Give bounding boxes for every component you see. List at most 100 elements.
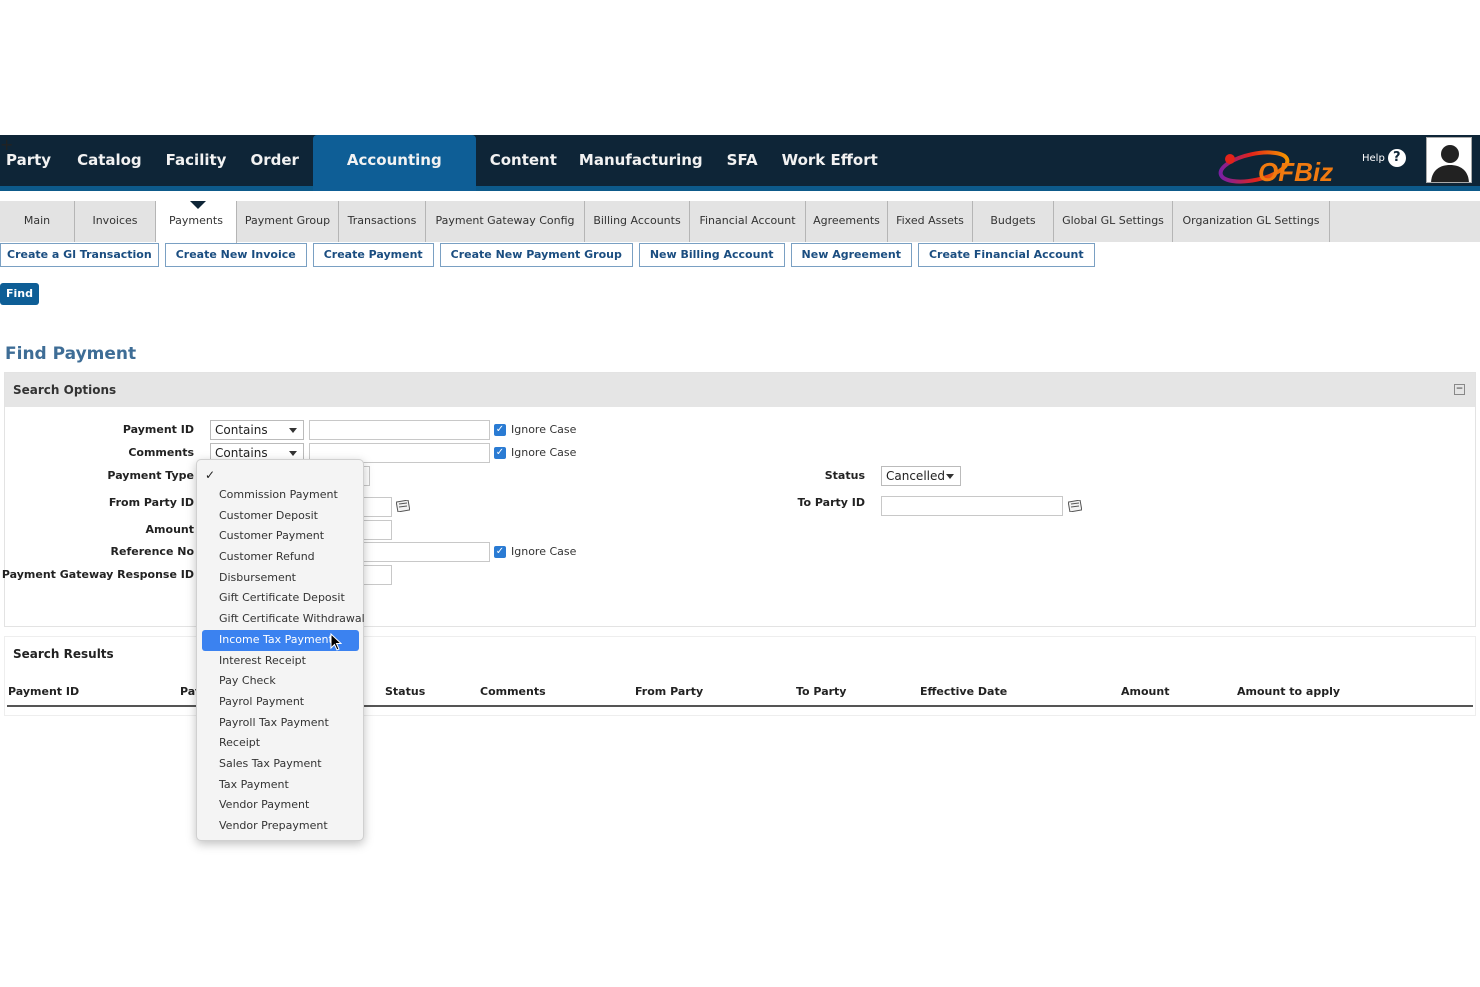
tab-main[interactable]: Main — [0, 201, 75, 242]
reference-no-ignore-case[interactable]: ✓ Ignore Case — [494, 545, 576, 558]
option-pay-check[interactable]: Pay Check — [202, 671, 359, 692]
tab-global-gl-settings[interactable]: Global GL Settings — [1054, 201, 1173, 242]
option-payroll-tax-payment[interactable]: Payroll Tax Payment — [202, 713, 359, 734]
create-new-invoice-button[interactable]: Create New Invoice — [164, 243, 307, 267]
option-receipt[interactable]: Receipt — [202, 733, 359, 754]
tab-agreements[interactable]: Agreements — [806, 201, 888, 242]
create-payment-button[interactable]: Create Payment — [312, 243, 434, 267]
from-party-id-label: From Party ID — [108, 496, 194, 509]
collapse-icon[interactable]: − — [1454, 384, 1465, 395]
option-interest-receipt[interactable]: Interest Receipt — [202, 651, 359, 672]
col-amount-to-apply[interactable]: Amount to apply — [1237, 685, 1340, 698]
create-gl-transaction-button[interactable]: Create a Gl Transaction — [0, 243, 159, 267]
top-navigation-bar: Party Catalog Facility Order Accounting … — [0, 135, 1480, 191]
to-party-id-input[interactable] — [881, 496, 1063, 516]
payment-id-input[interactable] — [309, 420, 490, 440]
comments-operator-value: Contains — [215, 446, 268, 460]
to-party-lookup-icon[interactable] — [1068, 500, 1082, 512]
option-sales-tax-payment[interactable]: Sales Tax Payment — [202, 754, 359, 775]
ignore-case-label: Ignore Case — [511, 423, 577, 436]
checkmark-icon: ✓ — [205, 468, 216, 482]
tab-invoices[interactable]: Invoices — [75, 201, 156, 242]
ofbiz-logo[interactable]: OFBiz — [1216, 141, 1340, 187]
nav-item-facility[interactable]: Facility — [166, 135, 227, 191]
option-customer-refund[interactable]: Customer Refund — [202, 547, 359, 568]
ofbiz-logo-text: OFBiz — [1258, 157, 1333, 187]
gateway-response-id-label: Payment Gateway Response ID — [1, 568, 194, 581]
col-amount[interactable]: Amount — [1121, 685, 1169, 698]
new-agreement-button[interactable]: New Agreement — [790, 243, 912, 267]
search-results-title: Search Results — [13, 647, 114, 661]
status-value: Cancelled — [886, 469, 945, 483]
payment-id-operator-value: Contains — [215, 423, 268, 437]
payment-id-ignore-case[interactable]: ✓ Ignore Case — [494, 423, 576, 436]
col-to-party[interactable]: To Party — [796, 685, 846, 698]
ignore-case-label: Ignore Case — [511, 545, 577, 558]
payment-type-label: Payment Type — [107, 469, 194, 482]
help-button[interactable]: Help ? — [1362, 149, 1406, 167]
mouse-pointer-icon — [330, 633, 342, 651]
nav-item-catalog[interactable]: Catalog — [77, 135, 142, 191]
col-from-party[interactable]: From Party — [635, 685, 703, 698]
checkbox-checked-icon[interactable]: ✓ — [494, 446, 506, 459]
create-new-payment-group-button[interactable]: Create New Payment Group — [439, 243, 633, 267]
to-party-id-label: To Party ID — [797, 496, 865, 509]
status-select[interactable]: Cancelled — [881, 466, 961, 486]
option-vendor-payment[interactable]: Vendor Payment — [202, 795, 359, 816]
create-financial-account-button[interactable]: Create Financial Account — [917, 243, 1095, 267]
find-button[interactable]: Find — [0, 283, 39, 305]
col-comments[interactable]: Comments — [480, 685, 546, 698]
payment-id-operator-select[interactable]: Contains — [210, 420, 304, 440]
amount-label: Amount — [145, 523, 194, 536]
accounting-subtabs: Main Invoices Payments Payment Group Tra… — [0, 201, 1480, 243]
reference-no-input[interactable] — [350, 542, 490, 562]
tab-transactions[interactable]: Transactions — [339, 201, 426, 242]
nav-item-work-effort[interactable]: Work Effort — [782, 135, 878, 191]
ignore-case-label: Ignore Case — [511, 446, 577, 459]
tab-billing-accounts[interactable]: Billing Accounts — [585, 201, 690, 242]
tab-payment-group[interactable]: Payment Group — [237, 201, 339, 242]
option-disbursement[interactable]: Disbursement — [202, 568, 359, 589]
option-customer-payment[interactable]: Customer Payment — [202, 526, 359, 547]
nav-item-content[interactable]: Content — [490, 135, 557, 191]
tab-budgets[interactable]: Budgets — [973, 201, 1054, 242]
nav-item-order[interactable]: Order — [250, 135, 298, 191]
tab-organization-gl-settings[interactable]: Organization GL Settings — [1173, 201, 1330, 242]
search-options-header: Search Options − — [5, 373, 1475, 407]
payment-type-options: Commission Payment Customer Deposit Cust… — [202, 485, 365, 837]
tab-fixed-assets[interactable]: Fixed Assets — [888, 201, 973, 242]
from-party-lookup-icon[interactable] — [396, 500, 410, 512]
chevron-down-icon — [289, 428, 297, 433]
new-billing-account-button[interactable]: New Billing Account — [638, 243, 785, 267]
tab-financial-account[interactable]: Financial Account — [690, 201, 806, 242]
checkbox-checked-icon[interactable]: ✓ — [494, 545, 506, 558]
nav-item-sfa[interactable]: SFA — [727, 135, 758, 191]
help-icon: ? — [1387, 149, 1406, 167]
chevron-down-icon — [289, 451, 297, 456]
tab-payment-gateway-config[interactable]: Payment Gateway Config — [426, 201, 585, 242]
payment-id-label: Payment ID — [122, 423, 194, 436]
nav-item-accounting[interactable]: Accounting — [312, 135, 476, 191]
option-gift-certificate-deposit[interactable]: Gift Certificate Deposit — [202, 588, 359, 609]
tab-payments[interactable]: Payments — [156, 201, 237, 243]
user-avatar[interactable] — [1426, 137, 1472, 183]
option-commission-payment[interactable]: Commission Payment — [202, 485, 359, 506]
checkbox-checked-icon[interactable]: ✓ — [494, 423, 506, 436]
option-tax-payment[interactable]: Tax Payment — [202, 775, 359, 796]
search-options-title: Search Options — [13, 383, 117, 397]
reference-no-label: Reference No — [110, 545, 194, 558]
page: Party Catalog Facility Order Accounting … — [0, 0, 1480, 987]
col-payment-id[interactable]: Payment ID — [8, 685, 79, 698]
col-status[interactable]: Status — [385, 685, 425, 698]
option-vendor-prepayment[interactable]: Vendor Prepayment — [202, 816, 359, 837]
top-nav-menu: Party Catalog Facility Order Accounting … — [0, 135, 878, 191]
col-effective-date[interactable]: Effective Date — [920, 685, 1007, 698]
comments-ignore-case[interactable]: ✓ Ignore Case — [494, 446, 576, 459]
option-gift-certificate-withdrawal[interactable]: Gift Certificate Withdrawal — [202, 609, 365, 630]
nav-item-party[interactable]: Party — [6, 135, 51, 191]
nav-item-manufacturing[interactable]: Manufacturing — [579, 135, 703, 191]
option-customer-deposit[interactable]: Customer Deposit — [202, 506, 359, 527]
help-label: Help — [1362, 152, 1385, 164]
option-payrol-payment[interactable]: Payrol Payment — [202, 692, 359, 713]
ofbiz-logo-graphic: OFBiz — [1218, 150, 1333, 187]
